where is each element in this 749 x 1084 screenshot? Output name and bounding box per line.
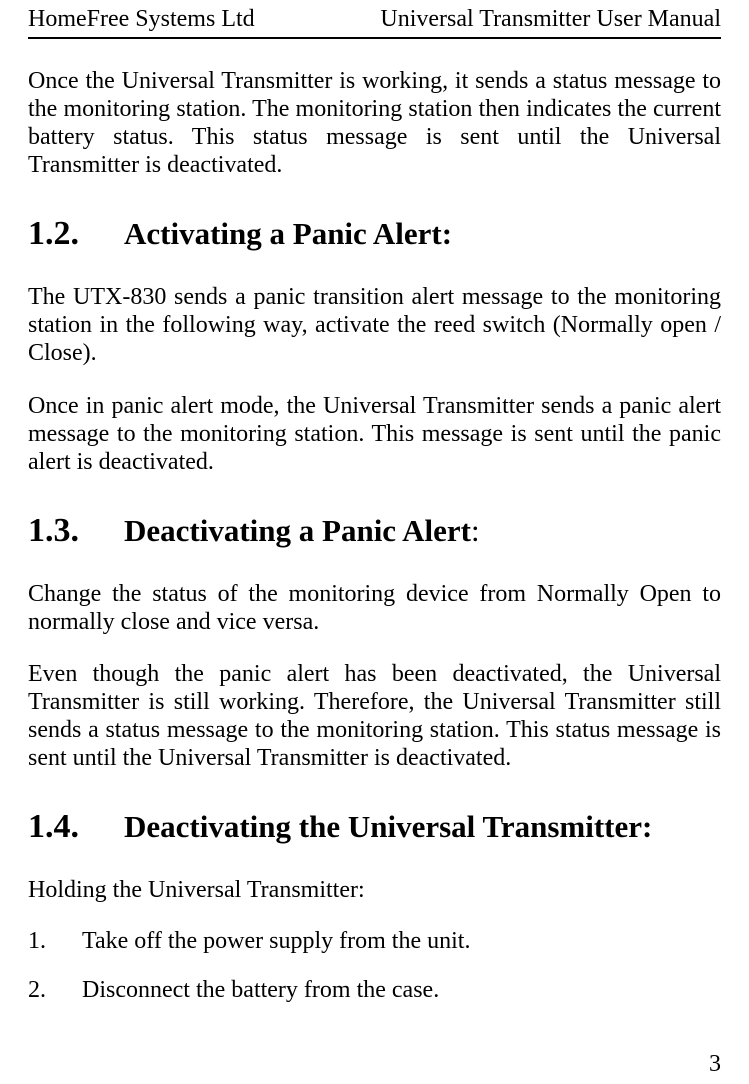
- list-number: 2.: [28, 977, 82, 1004]
- section-1-4-p1: Holding the Universal Transmitter:: [28, 876, 721, 904]
- heading-suffix: :: [471, 513, 480, 548]
- section-1-3-p2: Even though the panic alert has been dea…: [28, 660, 721, 772]
- page-header: HomeFree Systems Ltd Universal Transmitt…: [28, 0, 721, 39]
- section-1-2-p1: The UTX-830 sends a panic transition ale…: [28, 283, 721, 367]
- section-1-3-p1: Change the status of the monitoring devi…: [28, 580, 721, 636]
- heading-1-4: 1.4. Deactivating the Universal Transmit…: [28, 808, 721, 846]
- list-number: 1.: [28, 928, 82, 955]
- heading-number: 1.4.: [28, 808, 124, 846]
- list-text: Take off the power supply from the unit.: [82, 928, 470, 955]
- list-item: 2. Disconnect the battery from the case.: [28, 977, 721, 1004]
- header-company: HomeFree Systems Ltd: [28, 6, 255, 33]
- list-text: Disconnect the battery from the case.: [82, 977, 439, 1004]
- heading-number: 1.3.: [28, 512, 124, 550]
- list-item: 1. Take off the power supply from the un…: [28, 928, 721, 955]
- section-1-2-p2: Once in panic alert mode, the Universal …: [28, 392, 721, 476]
- page-number: 3: [709, 1051, 721, 1078]
- heading-1-3: 1.3. Deactivating a Panic Alert:: [28, 512, 721, 550]
- intro-paragraph: Once the Universal Transmitter is workin…: [28, 67, 721, 179]
- heading-title: Deactivating the Universal Transmitter:: [124, 809, 652, 845]
- heading-title: Deactivating a Panic Alert: [124, 513, 471, 548]
- heading-title: Activating a Panic Alert:: [124, 216, 452, 252]
- header-doc-title: Universal Transmitter User Manual: [380, 6, 721, 33]
- heading-1-2: 1.2. Activating a Panic Alert:: [28, 215, 721, 253]
- heading-number: 1.2.: [28, 215, 124, 253]
